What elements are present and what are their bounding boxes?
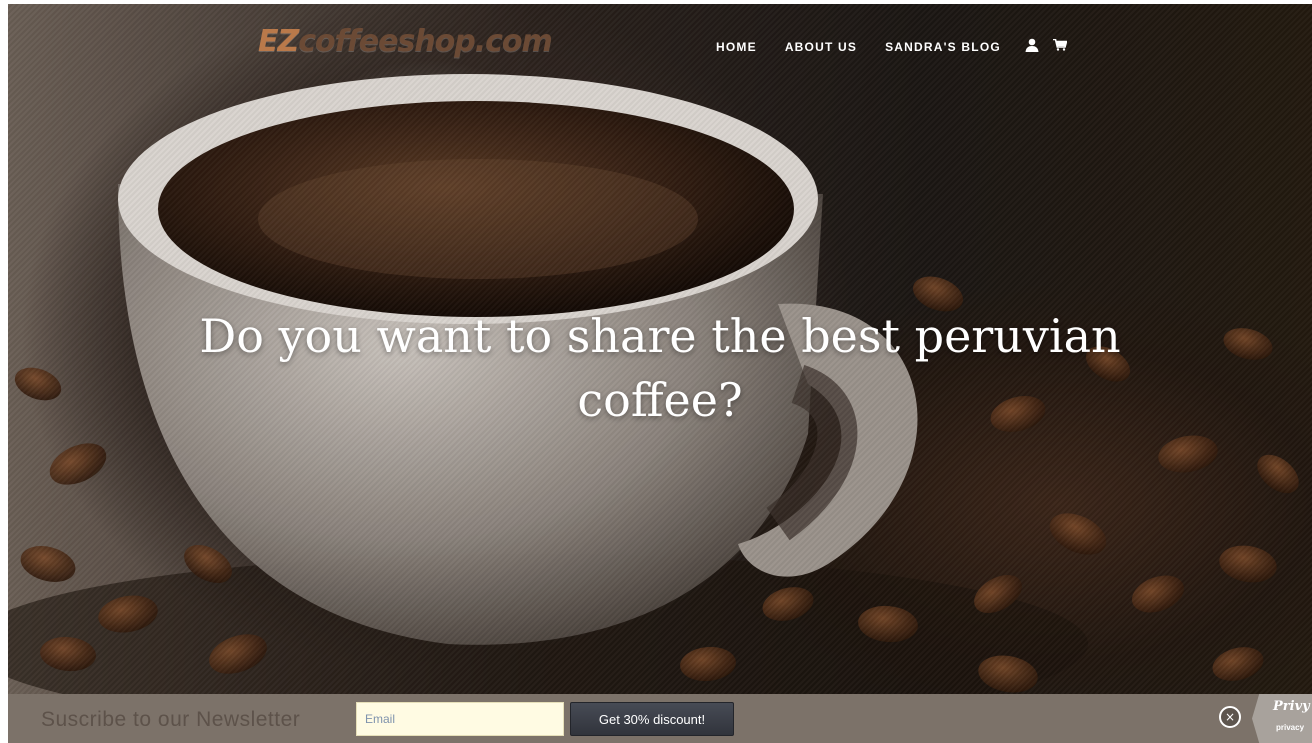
site-logo[interactable]: EZcoffeeshop.com — [258, 24, 553, 59]
cart-icon[interactable] — [1052, 38, 1068, 54]
nav-home[interactable]: HOME — [716, 40, 757, 54]
main-nav: HOME ABOUT US SANDRA'S BLOG — [716, 38, 1068, 55]
privy-label: privacy — [1276, 723, 1305, 732]
privy-badge[interactable]: Privy privacy — [1252, 694, 1312, 743]
headline-line-1: Do you want to share the best peruvian — [199, 309, 1121, 363]
privy-logo: Privy — [1273, 699, 1310, 714]
newsletter-bar: Suscribe to our Newsletter Get 30% disco… — [8, 694, 1312, 743]
logo-text: coffeeshop.com — [298, 24, 553, 59]
email-field[interactable] — [356, 702, 564, 736]
hero-headline: Do you want to share the best peruvian c… — [8, 304, 1312, 432]
logo-ez: EZ — [258, 24, 299, 59]
headline-line-2: coffee? — [577, 373, 743, 427]
user-icon[interactable] — [1025, 38, 1039, 55]
nav-about-us[interactable]: ABOUT US — [785, 40, 857, 54]
get-discount-button[interactable]: Get 30% discount! — [570, 702, 734, 736]
nav-sandras-blog[interactable]: SANDRA'S BLOG — [885, 40, 1001, 54]
hero-banner: EZcoffeeshop.com HOME ABOUT US SANDRA'S … — [8, 4, 1312, 694]
close-icon[interactable]: × — [1219, 706, 1241, 728]
newsletter-title: Suscribe to our Newsletter — [41, 708, 301, 731]
